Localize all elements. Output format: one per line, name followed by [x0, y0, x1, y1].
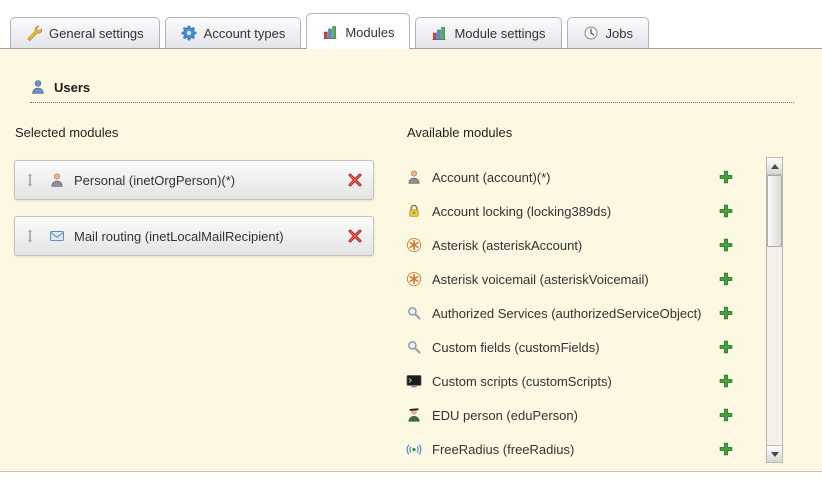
tab-label: General settings [49, 26, 144, 41]
tab-label: Modules [345, 25, 394, 40]
available-module-label: Authorized Services (authorizedServiceOb… [432, 306, 718, 321]
available-module-row: Authorized Services (authorizedServiceOb… [406, 296, 734, 330]
remove-module-button[interactable] [347, 172, 363, 188]
selected-module-mail[interactable]: Mail routing (inetLocalMailRecipient) [14, 216, 374, 256]
person-icon [406, 169, 423, 186]
available-module-row: Account locking (locking389ds) [406, 194, 734, 228]
scroll-up-icon [771, 164, 779, 169]
chart-icon [431, 25, 447, 41]
available-module-label: Asterisk voicemail (asteriskVoicemail) [432, 272, 718, 287]
available-module-row: Custom scripts (customScripts) [406, 364, 734, 398]
tab-general-settings[interactable]: General settings [10, 17, 160, 48]
tab-label: Account types [204, 26, 286, 41]
radio-icon [406, 441, 423, 458]
tab-account-types[interactable]: Account types [165, 17, 302, 48]
person-icon [49, 172, 65, 188]
add-module-button[interactable] [718, 203, 734, 219]
magnifier-icon [406, 305, 423, 322]
remove-module-button[interactable] [347, 228, 363, 244]
available-module-row: FreeRadius (freeRadius) [406, 432, 734, 466]
selected-modules-title: Selected modules [15, 125, 406, 140]
section-title: Users [54, 80, 90, 95]
available-module-row: Account (account)(*) [406, 160, 734, 194]
clock-icon [583, 25, 599, 41]
available-module-label: FreeRadius (freeRadius) [432, 442, 718, 457]
tab-label: Module settings [454, 26, 545, 41]
available-module-row: EDU person (eduPerson) [406, 398, 734, 432]
add-module-button[interactable] [718, 237, 734, 253]
lock-icon [406, 203, 423, 220]
selected-modules-list: Personal (inetOrgPerson)(*) Mail routing … [14, 160, 406, 256]
module-columns: Selected modules Personal (inetOrgPerson… [0, 119, 822, 466]
chart-icon [322, 24, 338, 40]
drag-handle-icon[interactable] [23, 172, 37, 188]
magnifier-icon [406, 339, 423, 356]
screen-icon [406, 373, 423, 390]
scroll-down-icon [771, 452, 779, 457]
selected-module-label: Personal (inetOrgPerson)(*) [74, 173, 347, 188]
available-module-label: Custom fields (customFields) [432, 340, 718, 355]
available-modules-scrollbar[interactable] [766, 157, 783, 463]
tab-label: Jobs [606, 26, 633, 41]
scroll-up-button[interactable] [767, 158, 782, 175]
selected-modules-column: Selected modules Personal (inetOrgPerson… [14, 119, 406, 466]
selected-module-label: Mail routing (inetLocalMailRecipient) [74, 229, 347, 244]
edu-person-icon [406, 407, 423, 424]
add-module-button[interactable] [718, 305, 734, 321]
add-module-button[interactable] [718, 271, 734, 287]
lam-configuration-window: General settings Account types Modules Modu… [0, 0, 822, 496]
available-modules-list: Account (account)(*) Account locking (loc… [406, 160, 734, 466]
asterisk-icon [406, 271, 423, 288]
available-module-row: Custom fields (customFields) [406, 330, 734, 364]
tab-bar: General settings Account types Modules Modu… [0, 0, 822, 49]
scrollbar-thumb[interactable] [767, 175, 782, 247]
available-module-row: Asterisk voicemail (asteriskVoicemail) [406, 262, 734, 296]
tab-jobs[interactable]: Jobs [567, 17, 649, 48]
drag-handle-icon[interactable] [23, 228, 37, 244]
mail-icon [49, 228, 65, 244]
available-modules-title: Available modules [407, 125, 808, 140]
modules-panel: Users Selected modules Personal (inetOrg… [0, 49, 822, 472]
tab-module-settings[interactable]: Module settings [415, 17, 561, 48]
selected-module-personal[interactable]: Personal (inetOrgPerson)(*) [14, 160, 374, 200]
available-module-label: EDU person (eduPerson) [432, 408, 718, 423]
available-module-label: Asterisk (asteriskAccount) [432, 238, 718, 253]
user-icon [30, 79, 46, 95]
tab-modules[interactable]: Modules [306, 13, 410, 49]
add-module-button[interactable] [718, 407, 734, 423]
badge-icon [181, 25, 197, 41]
asterisk-icon [406, 237, 423, 254]
available-module-label: Account locking (locking389ds) [432, 204, 718, 219]
add-module-button[interactable] [718, 441, 734, 457]
users-section-heading: Users [30, 79, 794, 103]
add-module-button[interactable] [718, 339, 734, 355]
scroll-down-button[interactable] [767, 445, 782, 462]
available-modules-column: Available modules Account (account)(*)Ac… [406, 119, 808, 466]
available-module-row: Asterisk (asteriskAccount) [406, 228, 734, 262]
add-module-button[interactable] [718, 169, 734, 185]
available-module-label: Account (account)(*) [432, 170, 718, 185]
available-module-label: Custom scripts (customScripts) [432, 374, 718, 389]
wrench-icon [26, 25, 42, 41]
add-module-button[interactable] [718, 373, 734, 389]
